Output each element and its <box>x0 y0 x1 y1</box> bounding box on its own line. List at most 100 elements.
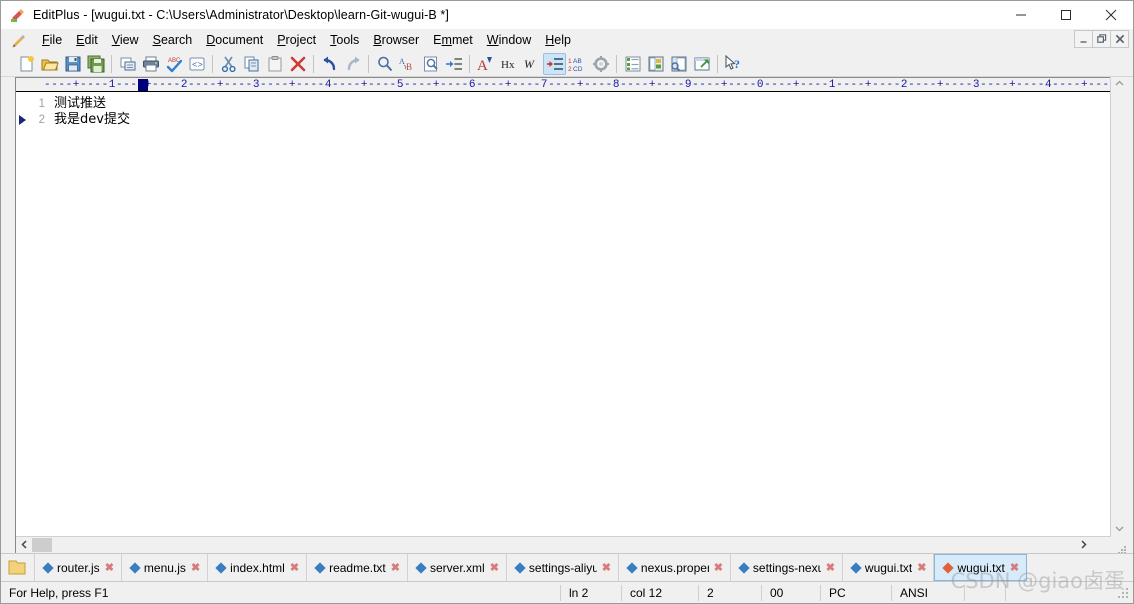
document-tab[interactable]: wugui.txt ✖ <box>843 554 935 581</box>
menu-item-search[interactable]: Search <box>146 31 200 50</box>
title-bar: EditPlus - [wugui.txt - C:\Users\Adminis… <box>1 1 1133 29</box>
scroll-corner <box>1111 536 1133 554</box>
tab-label: menu.js <box>143 560 186 575</box>
mdi-window-controls <box>1074 30 1129 48</box>
redo-icon[interactable] <box>341 53 364 75</box>
copy-icon[interactable] <box>240 53 263 75</box>
vertical-scrollbar[interactable] <box>1110 77 1127 536</box>
font-icon[interactable]: A <box>474 53 497 75</box>
chevron-up-icon[interactable] <box>1115 79 1124 89</box>
document-tab[interactable]: server.xml ✖ <box>408 554 507 581</box>
close-tab-icon[interactable]: ✖ <box>490 561 499 574</box>
menu-item-help[interactable]: Help <box>538 31 578 50</box>
folder-icon[interactable] <box>1 554 35 581</box>
chevron-down-icon[interactable] <box>1115 524 1124 534</box>
resize-grip-icon <box>1117 542 1127 554</box>
code-line: 我是dev提交 <box>54 112 130 127</box>
text-content-area[interactable]: 测试推送 我是dev提交 <box>50 92 1110 536</box>
code-line: 测试推送 <box>54 96 107 111</box>
editor-frame: ----+----1----+----2----+----3----+----4… <box>15 77 1110 536</box>
document-tab[interactable]: router.js ✖ <box>35 554 122 581</box>
close-tab-icon[interactable]: ✖ <box>917 561 926 574</box>
menu-item-tools[interactable]: Tools <box>323 31 366 50</box>
maximize-button[interactable] <box>1043 1 1088 29</box>
html-tag-icon[interactable]: <> <box>185 53 208 75</box>
mdi-close-button[interactable] <box>1110 30 1129 48</box>
status-char-code: 00 <box>770 585 784 600</box>
print-icon[interactable] <box>139 53 162 75</box>
toolbar-separator <box>111 54 112 73</box>
find-icon[interactable] <box>373 53 396 75</box>
goto-line-icon[interactable] <box>442 53 465 75</box>
new-file-icon[interactable] <box>15 53 38 75</box>
indent-icon[interactable] <box>543 52 566 75</box>
window-resize-grip-icon[interactable] <box>1116 586 1130 600</box>
mdi-minimize-button[interactable] <box>1074 30 1093 48</box>
document-tab[interactable]: menu.js ✖ <box>122 554 209 581</box>
undo-icon[interactable] <box>318 53 341 75</box>
menu-item-browser[interactable]: Browser <box>366 31 426 50</box>
cut-icon[interactable] <box>217 53 240 75</box>
tab-label: wugui.txt <box>864 560 913 575</box>
horizontal-scroll-thumb[interactable] <box>32 538 52 552</box>
editor-body[interactable]: 1 2 测试推送 我是dev提交 <box>16 92 1110 536</box>
svg-text:A: A <box>477 58 488 73</box>
line-number: 1 <box>16 96 50 112</box>
word-wrap-icon[interactable]: W <box>520 53 543 75</box>
right-margin-strip <box>1127 77 1133 536</box>
browser-preview-icon[interactable] <box>690 53 713 75</box>
menu-item-emmet[interactable]: Emmet <box>426 31 480 50</box>
chevron-right-icon[interactable] <box>1080 539 1087 551</box>
toolbar-separator <box>717 54 718 73</box>
ruler-text: ----+----1----+----2----+----3----+----4… <box>44 79 1110 91</box>
save-icon[interactable] <box>61 53 84 75</box>
preferences-icon[interactable] <box>589 53 612 75</box>
close-tab-icon[interactable]: ✖ <box>714 561 723 574</box>
output-window-icon[interactable] <box>644 53 667 75</box>
close-button[interactable] <box>1088 1 1133 29</box>
status-help-text: For Help, press F1 <box>9 585 109 600</box>
document-tab[interactable]: readme.txt ✖ <box>307 554 408 581</box>
document-tab[interactable]: nexus.proper ✖ <box>619 554 731 581</box>
mdi-restore-button[interactable] <box>1092 30 1111 48</box>
close-tab-icon[interactable]: ✖ <box>191 561 200 574</box>
menu-item-window[interactable]: Window <box>480 31 538 50</box>
close-tab-icon[interactable]: ✖ <box>1010 561 1019 574</box>
replace-icon[interactable]: A B <box>396 53 419 75</box>
close-tab-icon[interactable]: ✖ <box>105 561 114 574</box>
document-tab[interactable]: settings-nexu ✖ <box>731 554 843 581</box>
document-tab[interactable]: settings-aliyu ✖ <box>507 554 619 581</box>
tab-label: nexus.proper <box>640 560 709 575</box>
menu-item-project[interactable]: Project <box>270 31 323 50</box>
menu-item-view[interactable]: View <box>105 31 146 50</box>
horizontal-scrollbar[interactable] <box>16 536 1111 553</box>
tab-label: readme.txt <box>329 560 386 575</box>
delete-icon[interactable] <box>286 53 309 75</box>
open-file-icon[interactable] <box>38 53 61 75</box>
tab-status-icon <box>626 561 638 574</box>
menu-item-file[interactable]: File <box>35 31 69 50</box>
hex-view-icon[interactable]: Hx <box>497 53 520 75</box>
chevron-left-icon[interactable] <box>16 539 32 551</box>
context-help-icon[interactable]: ? <box>722 53 745 75</box>
document-tab-active[interactable]: wugui.txt ✖ <box>934 554 1028 581</box>
menu-item-edit[interactable]: Edit <box>69 31 105 50</box>
minimize-button[interactable] <box>998 1 1043 29</box>
find-in-files-icon[interactable] <box>419 53 442 75</box>
document-selector-icon[interactable] <box>621 53 644 75</box>
close-tab-icon[interactable]: ✖ <box>391 561 400 574</box>
document-tab[interactable]: index.html ✖ <box>208 554 308 581</box>
save-all-icon[interactable] <box>84 53 107 75</box>
line-number-gutter: 1 2 <box>16 92 50 536</box>
tab-status-icon <box>42 561 54 574</box>
close-tab-icon[interactable]: ✖ <box>826 561 835 574</box>
spell-check-icon[interactable]: ABC <box>162 53 185 75</box>
close-tab-icon[interactable]: ✖ <box>290 561 299 574</box>
close-tab-icon[interactable]: ✖ <box>602 561 611 574</box>
line-numbers-icon[interactable]: 1 AB 2 CD <box>566 53 589 75</box>
tab-label: wugui.txt <box>957 560 1005 575</box>
paste-icon[interactable] <box>263 53 286 75</box>
menu-item-document[interactable]: Document <box>199 31 270 50</box>
print-preview-icon[interactable] <box>116 53 139 75</box>
clip-library-icon[interactable] <box>667 53 690 75</box>
